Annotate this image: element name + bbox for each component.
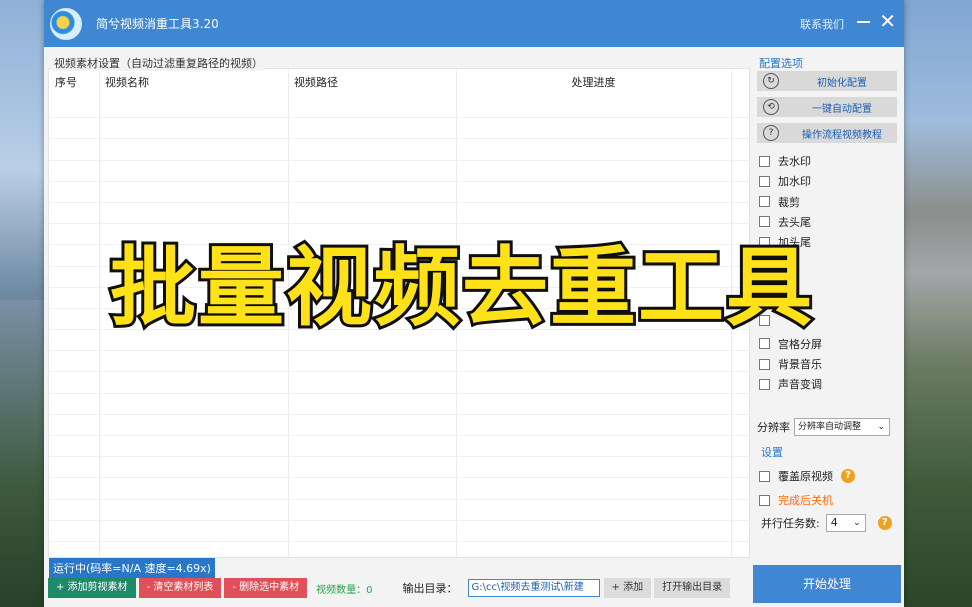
parallel-label: 并行任务数: bbox=[761, 517, 820, 530]
option-label: 背景音乐 bbox=[778, 358, 822, 371]
checkbox-box[interactable] bbox=[759, 378, 770, 390]
table-row[interactable] bbox=[49, 436, 749, 458]
checkbox-box[interactable] bbox=[759, 494, 770, 506]
parallel-select[interactable]: 4 ⌄ bbox=[825, 514, 866, 532]
add-output-button[interactable]: + 添加 bbox=[603, 578, 652, 598]
output-path-input[interactable]: G:\cc\视频去重测试\新建 bbox=[467, 579, 600, 597]
help-icon: ? bbox=[763, 125, 779, 141]
table-row[interactable] bbox=[49, 394, 749, 415]
video-count: 视频数量：0 bbox=[316, 584, 373, 596]
table-row[interactable] bbox=[49, 203, 749, 225]
table-row[interactable] bbox=[49, 521, 749, 542]
col-path[interactable]: 视频路径 bbox=[288, 69, 456, 97]
close-icon[interactable]: ✕ bbox=[879, 11, 896, 31]
table-row[interactable] bbox=[49, 457, 749, 479]
option-label: 声音变调 bbox=[778, 378, 822, 392]
option-checkbox[interactable]: 去水印 bbox=[759, 153, 811, 169]
help-icon[interactable]: ? bbox=[877, 516, 892, 530]
window-title: 简兮视频消重工具3.20 bbox=[96, 17, 219, 31]
clear-list-button[interactable]: - 清空素材列表 bbox=[138, 578, 222, 598]
auto-icon: ⟲ bbox=[763, 99, 779, 115]
table-row[interactable] bbox=[49, 478, 749, 500]
parallel-row: 并行任务数: 4 ⌄ ? bbox=[761, 514, 892, 532]
option-label: 去头尾 bbox=[778, 215, 811, 229]
open-output-button[interactable]: 打开输出目录 bbox=[654, 578, 731, 598]
resolution-label: 分辨率 bbox=[757, 421, 790, 434]
init-config-label: 初始化配置 bbox=[817, 77, 867, 89]
init-config-button[interactable]: ↻ 初始化配置 bbox=[757, 71, 897, 91]
col-index[interactable]: 序号 bbox=[49, 69, 99, 97]
app-logo-icon bbox=[50, 7, 82, 40]
resolution-row: 分辨率 分辨率自动调整 ⌄ bbox=[757, 418, 890, 436]
help-icon[interactable]: ? bbox=[841, 469, 855, 483]
background-right bbox=[904, 0, 972, 607]
table-row[interactable] bbox=[49, 500, 749, 521]
auto-config-label: 一键自动配置 bbox=[812, 103, 872, 115]
table-row[interactable] bbox=[49, 182, 749, 203]
table-row[interactable] bbox=[49, 351, 749, 373]
checkbox-box[interactable] bbox=[759, 358, 770, 370]
add-material-button[interactable]: + 添加剪视素材 bbox=[48, 578, 136, 598]
checkbox-box[interactable] bbox=[759, 196, 770, 208]
overwrite-label: 覆盖原视频 bbox=[778, 470, 833, 483]
output-label: 输出目录： bbox=[402, 582, 458, 595]
status-label: 运行中(码率=N/A 速度=4.69x) bbox=[49, 558, 215, 578]
option-checkbox[interactable]: 声音变调 bbox=[759, 376, 822, 392]
option-label: 去水印 bbox=[778, 155, 811, 168]
checkbox-box[interactable] bbox=[759, 216, 770, 228]
table-row[interactable] bbox=[49, 139, 749, 161]
background-left bbox=[0, 300, 44, 607]
col-progress[interactable]: 处理进度 bbox=[456, 69, 731, 97]
table-row[interactable] bbox=[49, 372, 749, 394]
delete-selected-button[interactable]: - 删除选中素材 bbox=[224, 578, 308, 598]
col-name[interactable]: 视频名称 bbox=[99, 69, 288, 97]
option-label: 加水印 bbox=[778, 175, 811, 189]
checkbox-box[interactable] bbox=[759, 175, 770, 187]
chevron-down-icon: ⌄ bbox=[877, 422, 885, 432]
parallel-value: 4 bbox=[830, 516, 838, 529]
option-label: 宫格分屏 bbox=[778, 337, 822, 351]
overwrite-checkbox[interactable]: 覆盖原视频 ? bbox=[759, 468, 855, 484]
table-row[interactable] bbox=[49, 161, 749, 182]
option-label: 裁剪 bbox=[778, 195, 800, 209]
resolution-value: 分辨率自动调整 bbox=[798, 422, 862, 432]
title-bar: 简兮视频消重工具3.20 联系我们 ✕ bbox=[44, 0, 904, 47]
option-checkbox[interactable]: 裁剪 bbox=[759, 194, 800, 210]
checkbox-box[interactable] bbox=[759, 338, 770, 350]
settings-label: 设置 bbox=[761, 446, 783, 459]
option-checkbox[interactable]: 背景音乐 bbox=[759, 356, 822, 372]
resolution-select[interactable]: 分辨率自动调整 ⌄ bbox=[794, 418, 890, 436]
table-row[interactable] bbox=[49, 118, 749, 140]
chevron-down-icon: ⌄ bbox=[853, 518, 861, 528]
shutdown-checkbox[interactable]: 完成后关机 bbox=[759, 492, 833, 508]
group-label: 视频素材设置（自动过滤重复路径的视频） bbox=[52, 55, 265, 71]
shutdown-label: 完成后关机 bbox=[778, 494, 833, 507]
checkbox-box[interactable] bbox=[759, 470, 770, 482]
option-checkbox[interactable]: 去头尾 bbox=[759, 214, 811, 230]
contact-link[interactable]: 联系我们 bbox=[800, 16, 844, 32]
auto-config-button[interactable]: ⟲ 一键自动配置 bbox=[757, 97, 897, 117]
table-header: 序号 视频名称 视频路径 处理进度 bbox=[49, 69, 749, 97]
tutorial-button[interactable]: ? 操作流程视频教程 bbox=[757, 123, 897, 143]
option-checkbox[interactable]: 加水印 bbox=[759, 173, 811, 189]
bottom-toolbar: + 添加剪视素材 - 清空素材列表 - 删除选中素材 视频数量：0 输出目录： … bbox=[48, 577, 748, 599]
start-button[interactable]: 开始处理 bbox=[753, 565, 901, 603]
overlay-caption: 批量视频去重工具 bbox=[107, 235, 815, 341]
config-label: 配置选项 bbox=[759, 57, 803, 70]
option-checkbox[interactable]: 宫格分屏 bbox=[759, 336, 822, 352]
tutorial-label: 操作流程视频教程 bbox=[802, 129, 882, 141]
minimize-icon[interactable] bbox=[857, 21, 870, 23]
refresh-icon: ↻ bbox=[763, 73, 779, 89]
table-row[interactable] bbox=[49, 415, 749, 436]
checkbox-box[interactable] bbox=[759, 155, 770, 167]
table-row[interactable] bbox=[49, 97, 749, 119]
